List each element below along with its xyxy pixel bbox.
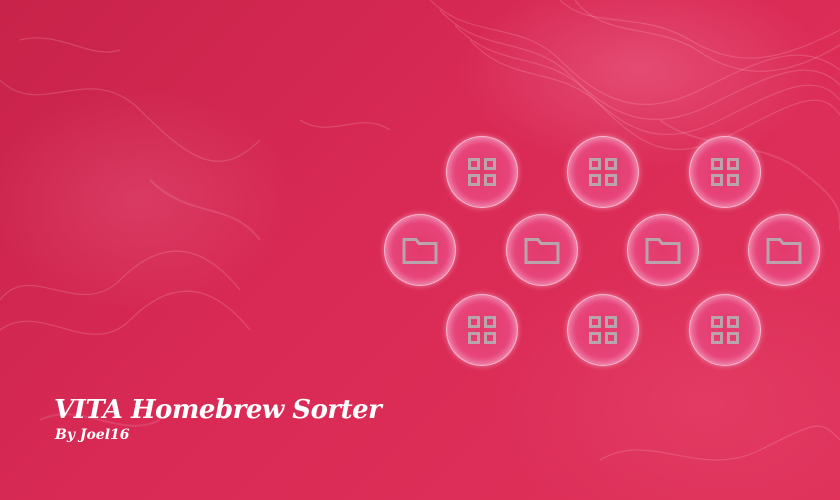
app-title: VITA Homebrew Sorter bbox=[54, 395, 382, 425]
app-bubble-1[interactable] bbox=[446, 136, 518, 208]
author-credit: By Joel16 bbox=[55, 427, 130, 443]
grid-icon bbox=[711, 158, 739, 186]
grid-icon bbox=[589, 316, 617, 344]
folder-icon bbox=[645, 238, 681, 264]
app-bubble-4[interactable] bbox=[446, 294, 518, 366]
app-bubble-3[interactable] bbox=[689, 136, 761, 208]
grid-icon bbox=[589, 158, 617, 186]
folder-icon bbox=[402, 238, 438, 264]
grid-icon bbox=[468, 316, 496, 344]
title-block: VITA Homebrew Sorter By Joel16 bbox=[54, 394, 382, 444]
app-bubble-2[interactable] bbox=[567, 136, 639, 208]
app-bubble-5[interactable] bbox=[567, 294, 639, 366]
grid-icon bbox=[468, 158, 496, 186]
app-bubble-6[interactable] bbox=[689, 294, 761, 366]
folder-bubble-1[interactable] bbox=[384, 214, 456, 286]
folder-bubble-4[interactable] bbox=[748, 214, 820, 286]
folder-bubble-2[interactable] bbox=[506, 214, 578, 286]
folder-icon bbox=[524, 238, 560, 264]
folder-icon bbox=[766, 238, 802, 264]
folder-bubble-3[interactable] bbox=[627, 214, 699, 286]
grid-icon bbox=[711, 316, 739, 344]
